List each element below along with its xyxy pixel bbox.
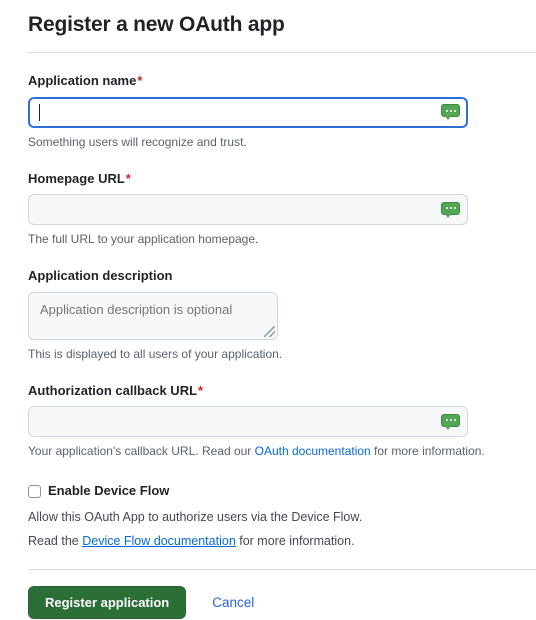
oauth-documentation-link[interactable]: OAuth documentation — [255, 444, 371, 458]
required-indicator: * — [137, 73, 143, 89]
enable-device-flow-label: Enable Device Flow — [48, 483, 170, 499]
speech-bubble-icon[interactable] — [441, 104, 460, 121]
oauth-app-registration-page: Register a new OAuth app Application nam… — [0, 0, 536, 620]
homepage-url-label: Homepage URL* — [28, 169, 536, 189]
application-name-input[interactable] — [28, 96, 468, 128]
application-name-input-wrap — [28, 96, 468, 128]
application-name-help: Something users will recognize and trust… — [28, 134, 247, 149]
required-indicator: * — [125, 170, 131, 186]
cancel-link[interactable]: Cancel — [212, 595, 254, 610]
authorization-callback-url-input[interactable] — [28, 406, 468, 438]
required-indicator: * — [198, 382, 204, 398]
help-text-after: for more information. — [370, 444, 485, 459]
homepage-url-input[interactable] — [28, 194, 468, 226]
application-name-label: Application name* — [28, 71, 536, 91]
enable-device-flow-row[interactable]: Enable Device Flow — [28, 482, 536, 500]
speech-bubble-icon[interactable] — [441, 201, 460, 218]
registration-form: Application name* Something users will r… — [0, 71, 536, 551]
enable-device-flow-checkbox[interactable] — [28, 484, 41, 498]
application-description-textarea[interactable] — [28, 291, 278, 340]
authorization-callback-url-help: Your application's callback URL. Read ou… — [28, 442, 536, 460]
text-cursor — [39, 103, 40, 121]
header-divider — [28, 52, 536, 54]
application-name-label-text: Application name — [28, 73, 137, 89]
authorization-callback-url-label-text: Authorization callback URL — [28, 382, 198, 398]
field-application-name: Application name* Something users will r… — [28, 71, 536, 151]
authorization-callback-url-label: Authorization callback URL* — [28, 381, 536, 401]
form-actions: Register application Cancel — [0, 586, 536, 620]
authorization-callback-url-input-wrap — [28, 406, 468, 438]
device-flow-help-line2: Read the Device Flow documentation for m… — [28, 532, 536, 551]
speech-bubble-dots — [441, 414, 460, 427]
help-text-before: Read the — [28, 533, 83, 548]
device-flow-documentation-link[interactable]: Device Flow documentation — [82, 534, 236, 548]
help-text-after: for more information. — [235, 533, 355, 548]
application-description-help: This is displayed to all users of your a… — [28, 346, 283, 361]
application-description-label: Application description — [28, 266, 536, 286]
speech-bubble-dots — [441, 202, 460, 215]
speech-bubble-icon[interactable] — [441, 413, 460, 430]
homepage-url-input-wrap — [28, 194, 468, 226]
field-homepage-url: Homepage URL* The full URL to your appli… — [28, 169, 536, 249]
application-description-label-text: Application description — [28, 268, 173, 284]
application-description-textarea-wrap — [28, 291, 278, 340]
device-flow-help-line1: Allow this OAuth App to authorize users … — [28, 510, 363, 525]
page-title: Register a new OAuth app — [28, 13, 285, 36]
register-application-button[interactable]: Register application — [28, 586, 187, 620]
field-authorization-callback-url: Authorization callback URL* Your applica… — [28, 381, 536, 461]
speech-bubble-dots — [441, 104, 460, 117]
help-text-before: Your application's callback URL. Read ou… — [28, 444, 255, 459]
footer-divider — [28, 569, 536, 571]
homepage-url-label-text: Homepage URL — [28, 170, 125, 186]
field-application-description: Application description This is displaye… — [28, 266, 536, 363]
homepage-url-help: The full URL to your application homepag… — [28, 232, 259, 247]
